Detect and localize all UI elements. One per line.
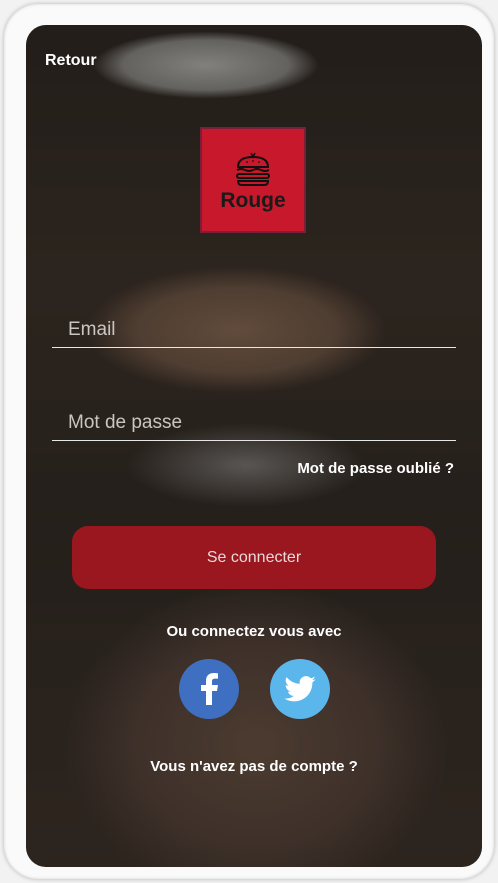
brand-logo: Rouge <box>200 127 306 233</box>
forgot-password-link[interactable]: Mot de passe oublié ? <box>297 460 454 477</box>
social-login-label: Ou connectez vous avec <box>166 623 342 640</box>
signup-link[interactable]: Vous n'avez pas de compte ? <box>26 758 482 775</box>
login-screen: Retour Rouge Mot <box>26 25 482 867</box>
facebook-button[interactable] <box>179 659 239 719</box>
content-layer: Retour Rouge Mot <box>26 25 482 867</box>
login-button-label: Se connecter <box>206 548 302 566</box>
password-input[interactable] <box>68 412 448 434</box>
facebook-icon <box>201 673 218 705</box>
email-input[interactable] <box>68 319 448 341</box>
back-link[interactable]: Retour <box>45 52 97 70</box>
burger-icon <box>236 152 270 186</box>
login-button[interactable]: Se connecter <box>72 526 436 589</box>
twitter-icon <box>284 676 316 702</box>
email-field-wrapper <box>52 309 456 348</box>
logo-text: Rouge <box>220 189 286 212</box>
password-field-wrapper <box>52 402 456 441</box>
twitter-button[interactable] <box>270 659 330 719</box>
device-frame: Retour Rouge Mot <box>4 4 494 879</box>
